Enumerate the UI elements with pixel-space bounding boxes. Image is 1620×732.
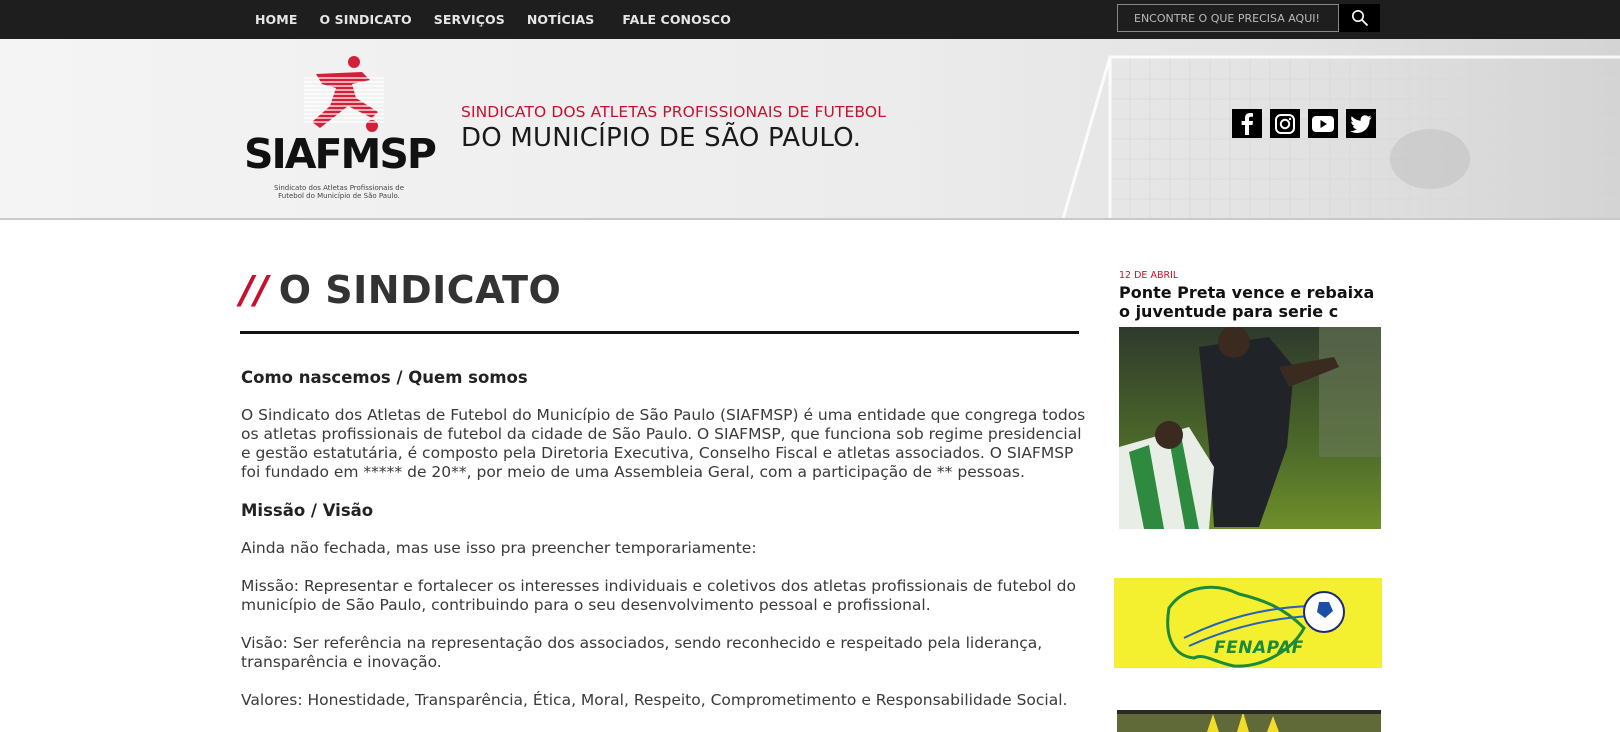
search-form bbox=[1117, 4, 1380, 32]
training-cones-image bbox=[1117, 710, 1381, 732]
main-nav: HOME O SINDICATO SERVIÇOS NOTÍCIAS FALE … bbox=[255, 0, 753, 39]
logo-wordmark: SIAFMSP bbox=[244, 130, 437, 178]
top-navbar: HOME O SINDICATO SERVIÇOS NOTÍCIAS FALE … bbox=[0, 0, 1620, 39]
title-divider bbox=[240, 331, 1079, 334]
instagram-icon bbox=[1275, 113, 1295, 134]
paragraph-valores: Valores: Honestidade, Transparência, Éti… bbox=[241, 691, 1068, 709]
logo-subtitle: Sindicato dos Atletas Profissionais de F… bbox=[273, 184, 405, 200]
news-date: 12 DE ABRIL bbox=[1119, 270, 1179, 281]
heading-missao-visao: Missão / Visão bbox=[241, 501, 374, 520]
header-banner: SIAFMSP Sindicato dos Atletas Profission… bbox=[0, 39, 1620, 220]
paragraph-quem-somos: O Sindicato dos Atletas de Futebol do Mu… bbox=[241, 406, 1086, 481]
page-title: //O SINDICATO bbox=[240, 268, 561, 312]
tagline-bottom: DO MUNICÍPIO DE SÃO PAULO. bbox=[461, 123, 862, 153]
title-slashes: // bbox=[240, 268, 269, 312]
facebook-icon bbox=[1241, 112, 1253, 135]
youtube-icon bbox=[1312, 115, 1334, 132]
nav-fale-conosco[interactable]: FALE CONOSCO bbox=[622, 12, 731, 27]
nav-noticias[interactable]: NOTÍCIAS bbox=[527, 12, 595, 27]
training-photo[interactable] bbox=[1117, 710, 1381, 732]
fenapaf-logo-text: FENAPAF bbox=[1214, 638, 1304, 658]
instagram-link[interactable] bbox=[1270, 109, 1300, 138]
nav-home[interactable]: HOME bbox=[255, 12, 297, 27]
paragraph-missao: Missão: Representar e fortalecer os inte… bbox=[241, 577, 1076, 614]
search-button[interactable] bbox=[1339, 4, 1380, 32]
nav-o-sindicato[interactable]: O SINDICATO bbox=[319, 12, 411, 27]
paragraph-intro: Ainda não fechada, mas use isso pra pree… bbox=[241, 539, 757, 557]
player-logo-icon bbox=[304, 56, 384, 132]
nav-servicos[interactable]: SERVIÇOS bbox=[434, 12, 505, 27]
news-photo[interactable] bbox=[1119, 327, 1381, 529]
twitter-link[interactable] bbox=[1346, 109, 1376, 138]
youtube-link[interactable] bbox=[1308, 109, 1338, 138]
article-body: Como nascemos / Quem somos O Sindicato d… bbox=[241, 368, 1086, 729]
page-title-text: O SINDICATO bbox=[278, 268, 562, 312]
twitter-icon bbox=[1350, 114, 1372, 133]
football-match-image bbox=[1119, 327, 1381, 529]
search-icon bbox=[1351, 10, 1368, 27]
fenapaf-banner[interactable]: FENAPAF bbox=[1114, 578, 1382, 668]
paragraph-visao: Visão: Ser referência na representação d… bbox=[241, 634, 1043, 671]
heading-quem-somos: Como nascemos / Quem somos bbox=[241, 368, 528, 387]
siafmsp-logo[interactable]: SIAFMSP Sindicato dos Atletas Profission… bbox=[244, 54, 437, 204]
facebook-link[interactable] bbox=[1232, 109, 1262, 138]
search-input[interactable] bbox=[1117, 4, 1339, 32]
social-links bbox=[1232, 109, 1376, 138]
news-title-link[interactable]: Ponte Preta vence e rebaixa o juventude … bbox=[1119, 283, 1389, 321]
tagline-top: SINDICATO DOS ATLETAS PROFISSIONAIS DE F… bbox=[461, 103, 886, 121]
